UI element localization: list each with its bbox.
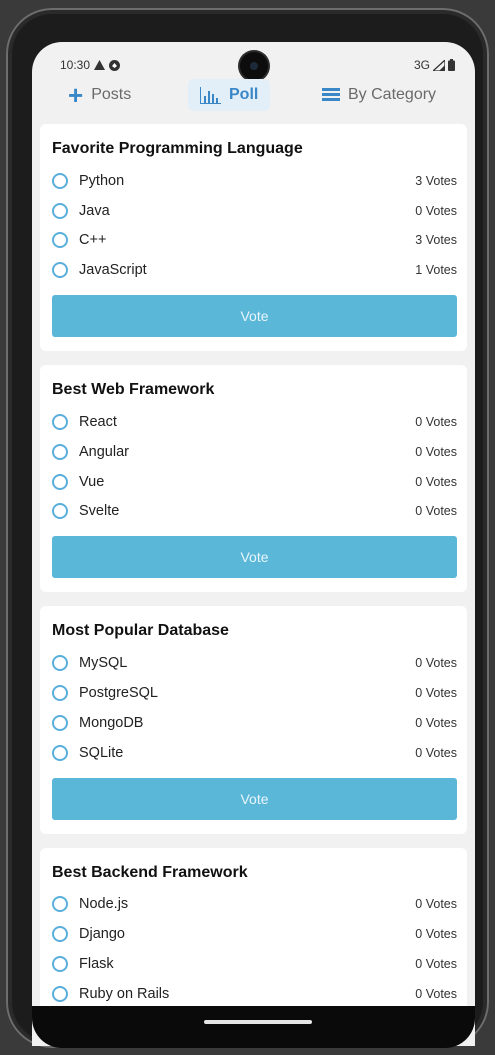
vote-count: 0 Votes xyxy=(415,656,457,671)
option-label: Ruby on Rails xyxy=(79,985,170,1002)
home-indicator[interactable] xyxy=(204,1020,312,1024)
notification-icon xyxy=(109,59,121,71)
status-time: 10:30 xyxy=(60,58,91,72)
vote-count: 0 Votes xyxy=(415,415,457,430)
tab-poll-label: Poll xyxy=(229,86,259,103)
poll-option[interactable]: MongoDB 0 Votes xyxy=(52,708,457,738)
option-label: C++ xyxy=(79,232,107,249)
option-label: JavaScript xyxy=(79,262,147,279)
radio-button[interactable] xyxy=(52,655,68,672)
poll-option[interactable]: React 0 Votes xyxy=(52,407,457,437)
radio-button[interactable] xyxy=(52,685,68,702)
vote-button[interactable]: Vote xyxy=(52,536,457,579)
poll-title: Best Web Framework xyxy=(52,381,215,399)
radio-button[interactable] xyxy=(52,202,68,219)
poll-option[interactable]: SQLite 0 Votes xyxy=(52,738,457,768)
phone-frame: 10:30 3G + Posts Poll By Category Favori… xyxy=(6,8,489,1048)
tab-posts[interactable]: + Posts xyxy=(68,79,131,111)
status-left: 10:30 xyxy=(60,58,121,72)
poll-option[interactable]: MySQL 0 Votes xyxy=(52,648,457,678)
vote-count: 0 Votes xyxy=(415,504,457,519)
poll-card: Best Web Framework React 0 Votes Angular 0… xyxy=(40,365,467,593)
poll-option[interactable]: Python 3 Votes xyxy=(52,166,457,196)
warning-icon xyxy=(94,60,106,70)
poll-option[interactable]: Node.js 0 Votes xyxy=(52,890,457,920)
vote-count: 0 Votes xyxy=(415,957,457,972)
vote-count: 0 Votes xyxy=(415,745,457,760)
front-camera xyxy=(240,52,268,80)
poll-option[interactable]: Flask 0 Votes xyxy=(52,949,457,979)
battery-icon xyxy=(448,59,455,71)
option-label: React xyxy=(79,414,117,431)
poll-title: Most Popular Database xyxy=(52,622,229,640)
option-label: Svelte xyxy=(79,503,120,520)
gesture-nav-bar xyxy=(32,1006,475,1048)
option-label: Flask xyxy=(79,956,114,973)
plus-icon: + xyxy=(68,80,84,110)
vote-button[interactable]: Vote xyxy=(52,295,457,338)
poll-option[interactable]: PostgreSQL 0 Votes xyxy=(52,678,457,708)
option-label: Vue xyxy=(79,473,105,490)
option-label: Node.js xyxy=(79,896,129,913)
list-icon xyxy=(322,88,340,102)
radio-button[interactable] xyxy=(52,443,68,460)
poll-option[interactable]: Django 0 Votes xyxy=(52,919,457,949)
radio-button[interactable] xyxy=(52,503,68,520)
vote-count: 0 Votes xyxy=(415,715,457,730)
option-label: Python xyxy=(79,172,125,189)
radio-button[interactable] xyxy=(52,262,68,279)
screen: 10:30 3G + Posts Poll By Category Favori… xyxy=(32,42,475,1046)
option-label: Angular xyxy=(79,443,129,460)
vote-count: 0 Votes xyxy=(415,444,457,459)
poll-title: Favorite Programming Language xyxy=(52,140,303,157)
signal-icon xyxy=(433,59,445,71)
tab-posts-label: Posts xyxy=(91,86,132,103)
poll-option[interactable]: JavaScript 1 Votes xyxy=(52,255,457,285)
option-label: PostgreSQL xyxy=(79,685,158,702)
radio-button[interactable] xyxy=(52,744,68,761)
radio-button[interactable] xyxy=(52,896,68,913)
radio-button[interactable] xyxy=(52,714,68,731)
poll-list: Favorite Programming Language Python 3 Vo… xyxy=(40,124,467,1037)
radio-button[interactable] xyxy=(52,926,68,943)
radio-button[interactable] xyxy=(52,414,68,431)
bar-chart-icon xyxy=(200,86,221,104)
poll-option[interactable]: Ruby on Rails 0 Votes xyxy=(52,979,457,1009)
poll-card: Most Popular Database MySQL 0 Votes Postg… xyxy=(40,606,467,834)
vote-count: 0 Votes xyxy=(415,203,457,218)
poll-card: Favorite Programming Language Python 3 Vo… xyxy=(40,124,467,352)
radio-button[interactable] xyxy=(52,985,68,1002)
option-label: SQLite xyxy=(79,744,124,761)
radio-button[interactable] xyxy=(52,956,68,973)
option-label: Java xyxy=(79,202,110,219)
tab-poll[interactable]: Poll xyxy=(188,79,271,111)
vote-count: 3 Votes xyxy=(415,233,457,248)
poll-option[interactable]: Vue 0 Votes xyxy=(52,467,457,497)
vote-count: 1 Votes xyxy=(415,263,457,278)
poll-option[interactable]: Java 0 Votes xyxy=(52,196,457,226)
top-tabs: + Posts Poll By Category xyxy=(32,78,475,112)
poll-option[interactable]: Svelte 0 Votes xyxy=(52,497,457,527)
vote-count: 0 Votes xyxy=(415,474,457,489)
radio-button[interactable] xyxy=(52,172,68,189)
poll-option[interactable]: Angular 0 Votes xyxy=(52,437,457,467)
vote-count: 0 Votes xyxy=(415,897,457,912)
option-label: Django xyxy=(79,926,125,943)
vote-count: 0 Votes xyxy=(415,927,457,942)
radio-button[interactable] xyxy=(52,232,68,249)
vote-count: 0 Votes xyxy=(415,986,457,1001)
poll-card: Best Backend Framework Node.js 0 Votes Dj… xyxy=(40,847,467,1023)
option-label: MongoDB xyxy=(79,714,144,731)
vote-count: 0 Votes xyxy=(415,686,457,701)
radio-button[interactable] xyxy=(52,473,68,490)
poll-title: Best Backend Framework xyxy=(52,863,248,881)
vote-button[interactable]: Vote xyxy=(52,777,457,820)
network-type: 3G xyxy=(413,58,430,72)
tab-by-category[interactable]: By Category xyxy=(322,79,436,111)
tab-by-category-label: By Category xyxy=(348,86,437,103)
vote-count: 3 Votes xyxy=(415,173,457,188)
status-right: 3G xyxy=(414,58,455,72)
poll-option[interactable]: C++ 3 Votes xyxy=(52,226,457,256)
option-label: MySQL xyxy=(79,655,128,672)
